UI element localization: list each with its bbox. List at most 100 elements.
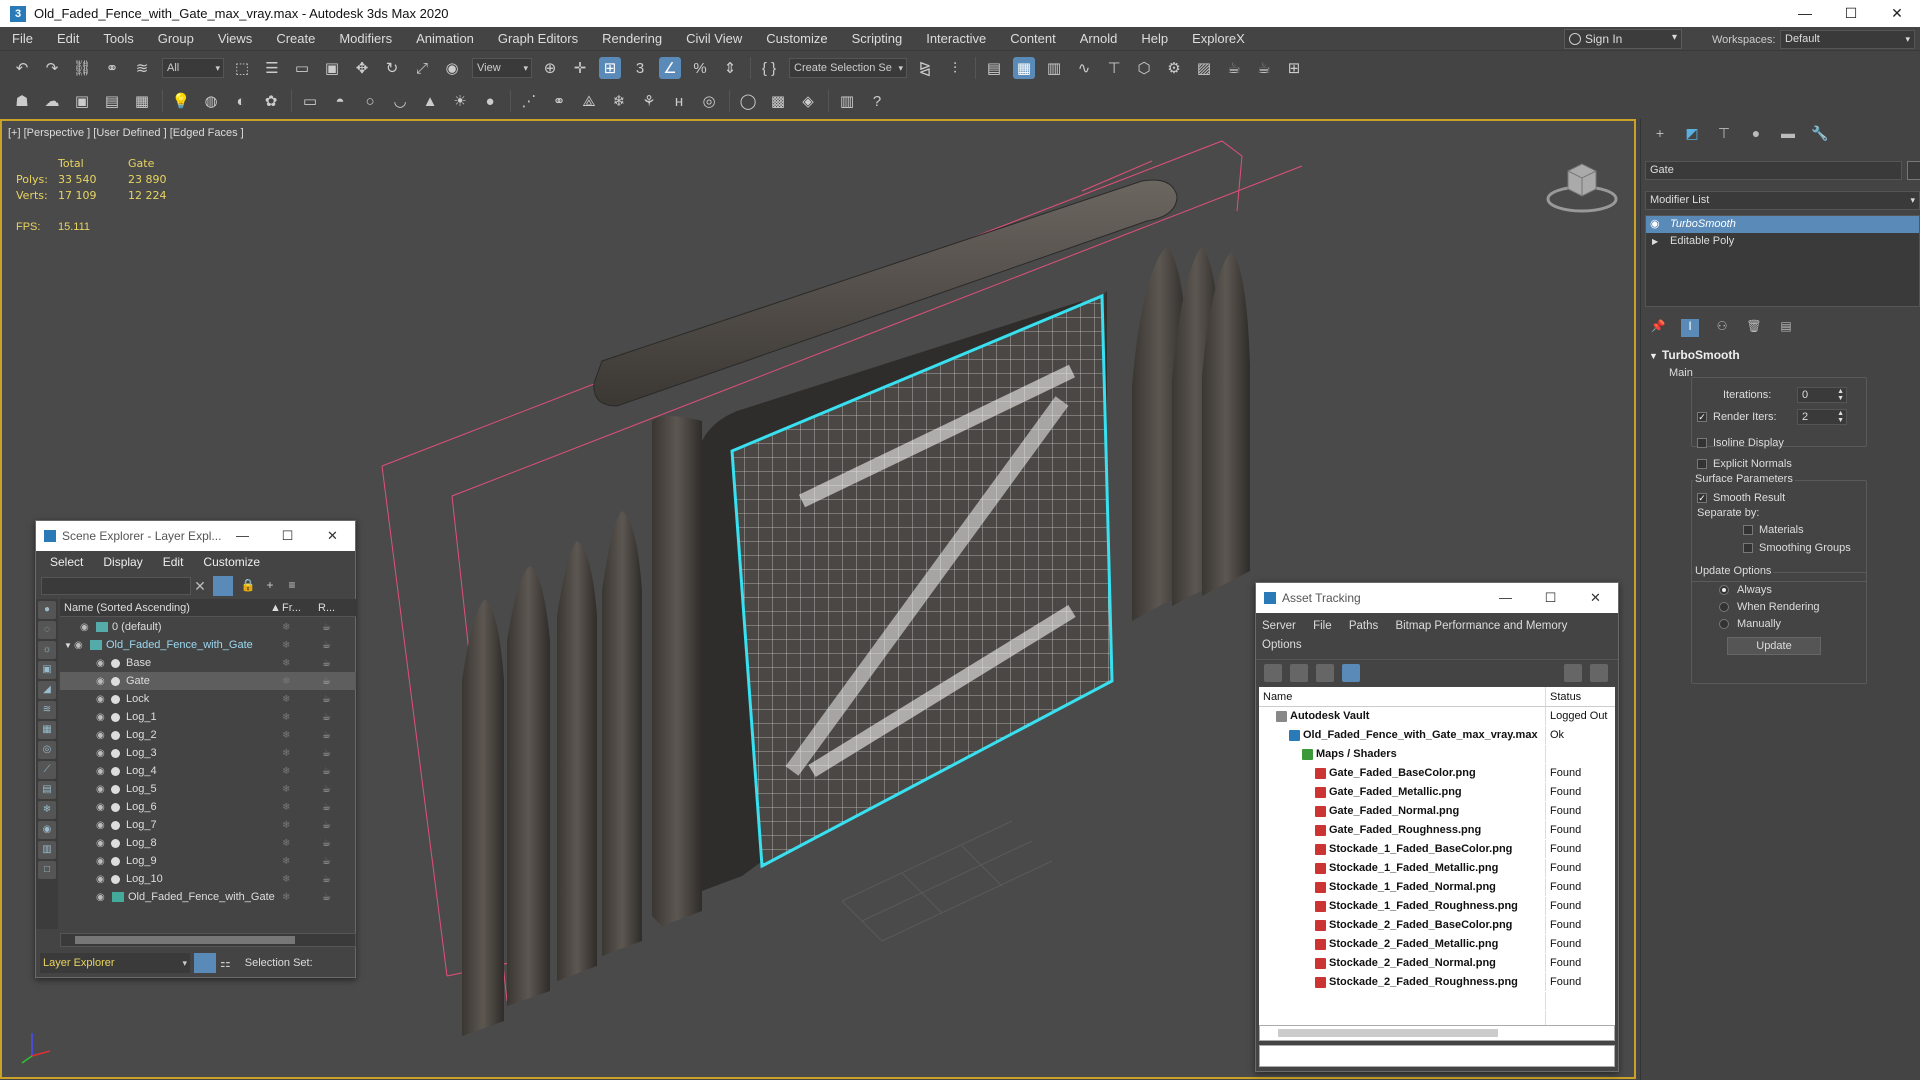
link-icon[interactable]: ⛓ (71, 57, 93, 79)
object-color-swatch[interactable] (1907, 161, 1920, 180)
renderable-icon[interactable]: ☕ (322, 892, 331, 903)
modifier-list-dropdown[interactable]: Modifier List ▾ (1645, 191, 1920, 210)
display-all-icon[interactable]: ▥ (38, 841, 56, 859)
freeze-icon[interactable]: ❄ (282, 838, 290, 849)
freeze-icon[interactable]: ❄ (282, 640, 290, 651)
fur-icon[interactable]: ⋰ (518, 90, 540, 112)
save-frame-icon[interactable]: ▥ (836, 90, 858, 112)
geometry-filter-icon[interactable]: ● (38, 601, 56, 619)
render-iters-checkbox[interactable]: ✓ Render Iters: (1697, 411, 1777, 423)
menu-graph-editors[interactable]: Graph Editors (486, 27, 590, 51)
se-menu-display[interactable]: Display (103, 555, 142, 569)
minimize-button[interactable]: — (220, 521, 265, 551)
table-row[interactable]: Stockade_1_Faded_Roughness.png Found (1259, 897, 1615, 916)
table-row[interactable]: Old_Faded_Fence_with_Gate_max_vray.max Ok (1259, 726, 1615, 745)
menu-civil-view[interactable]: Civil View (674, 27, 754, 51)
render-iterative-icon[interactable]: ☕ (1253, 57, 1275, 79)
table-row[interactable]: Gate_Faded_Roughness.png Found (1259, 821, 1615, 840)
eye-icon[interactable]: ◉ (96, 748, 108, 759)
table-row[interactable]: Stockade_2_Faded_Roughness.png Found (1259, 973, 1615, 992)
viewport-label[interactable]: [+] [Perspective ] [User Defined ] [Edge… (8, 127, 244, 139)
eye-icon[interactable]: ◉ (96, 784, 108, 795)
minimize-button[interactable]: — (1483, 583, 1528, 613)
utilities-tab-icon[interactable]: 🔧 (1809, 122, 1831, 144)
se-col-name[interactable]: Name (Sorted Ascending) (60, 602, 270, 614)
cameras-filter-icon[interactable]: ▣ (38, 661, 56, 679)
renderable-icon[interactable]: ☕ (322, 802, 331, 813)
plane-icon[interactable]: ▭ (299, 90, 321, 112)
at-menu-bitmap[interactable]: Bitmap Performance and Memory (1395, 620, 1567, 632)
at-menu-file[interactable]: File (1313, 620, 1332, 632)
asset-tracking-titlebar[interactable]: Asset Tracking — ☐ ✕ (1256, 583, 1618, 613)
maximize-button[interactable]: ☐ (1828, 0, 1874, 27)
snaps-toggle-icon[interactable]: 3 (629, 57, 651, 79)
curve-editor-icon[interactable]: ∿ (1073, 57, 1095, 79)
when-rendering-radio[interactable]: When Rendering (1719, 601, 1820, 613)
explorer-type-dropdown[interactable]: Layer Explorer ▾ (40, 953, 190, 973)
menu-content[interactable]: Content (998, 27, 1068, 51)
explicit-normals-checkbox[interactable]: Explicit Normals (1697, 458, 1792, 470)
help-icon[interactable] (1564, 663, 1582, 682)
renderable-icon[interactable]: ☕ (322, 766, 331, 777)
hierarchy-icon[interactable]: ⚏ (220, 956, 231, 970)
stack-item-turbosmooth[interactable]: ◉ TurboSmooth (1646, 216, 1919, 233)
eye-icon[interactable]: ◉ (96, 892, 108, 903)
expand-triangle-icon[interactable]: ▶ (1652, 233, 1658, 250)
maximize-button[interactable]: ☐ (1528, 583, 1573, 613)
isoline-display-checkbox[interactable]: Isoline Display (1697, 437, 1784, 449)
grid-icon[interactable]: ▦ (131, 90, 153, 112)
pot-icon[interactable]: ◡ (389, 90, 411, 112)
reference-coord-dropdown[interactable]: View ▾ (472, 58, 532, 78)
containers-filter-icon[interactable]: ▤ (38, 781, 56, 799)
spinner-arrows-icon[interactable]: ▲ ▼ (1837, 410, 1844, 424)
list-item[interactable]: ◉ Old_Faded_Fence_with_Gate ❄ ☕ (60, 888, 356, 906)
menu-tools[interactable]: Tools (91, 27, 145, 51)
frozen-filter-icon[interactable]: ❄ (38, 801, 56, 819)
table-row[interactable]: Autodesk Vault Logged Out (1259, 707, 1615, 726)
eye-icon[interactable]: ◉ (96, 802, 108, 813)
always-radio[interactable]: Always (1719, 584, 1772, 596)
freeze-icon[interactable]: ❄ (282, 802, 290, 813)
freeze-icon[interactable]: ❄ (282, 676, 290, 687)
close-button[interactable]: ✕ (310, 521, 355, 551)
se-menu-edit[interactable]: Edit (163, 555, 184, 569)
eye-icon[interactable]: ◉ (74, 640, 86, 651)
cone-icon[interactable]: ▲ (419, 90, 441, 112)
list-item[interactable]: ◉ Log_7 ❄ ☕ (60, 816, 356, 834)
vr-dome-icon[interactable]: ◍ (200, 90, 222, 112)
scene-explorer-titlebar[interactable]: Scene Explorer - Layer Expl... — ☐ ✕ (36, 521, 355, 551)
menu-modifiers[interactable]: Modifiers (327, 27, 404, 51)
display-tab-icon[interactable]: ▬ (1777, 122, 1799, 144)
eye-icon[interactable]: ◉ (96, 874, 108, 885)
hidden-filter-icon[interactable]: ◉ (38, 821, 56, 839)
table-row[interactable]: Stockade_2_Faded_Metallic.png Found (1259, 935, 1615, 954)
display-none-icon[interactable]: □ (38, 861, 56, 879)
configure-sets-icon[interactable]: ▤ (1777, 319, 1795, 337)
tree-view-icon[interactable] (1316, 663, 1334, 682)
freeze-icon[interactable]: ❄ (282, 856, 290, 867)
remove-modifier-icon[interactable]: 🗑 (1745, 319, 1763, 337)
list-item[interactable]: ◉ Log_2 ❄ ☕ (60, 726, 356, 744)
scroll-thumb[interactable] (75, 936, 295, 944)
list-item[interactable]: ▼ ◉ Old_Faded_Fence_with_Gate ❄ ☕ (60, 636, 356, 654)
spacewarps-filter-icon[interactable]: ≋ (38, 701, 56, 719)
menu-arnold[interactable]: Arnold (1068, 27, 1130, 51)
menu-help[interactable]: Help (1129, 27, 1180, 51)
table-row[interactable]: Maps / Shaders (1259, 745, 1615, 764)
list-item[interactable]: ◉ Gate ❄ ☕ (60, 672, 356, 690)
layer-mode-icon[interactable] (194, 953, 216, 973)
se-menu-select[interactable]: Select (50, 555, 83, 569)
schematic-view-icon[interactable]: ⊤ (1103, 57, 1125, 79)
at-col-status[interactable]: Status (1546, 691, 1614, 703)
smooth-result-checkbox[interactable]: ✓ Smooth Result (1697, 492, 1785, 504)
create-tab-icon[interactable]: + (1649, 122, 1671, 144)
close-button[interactable]: ✕ (1573, 583, 1618, 613)
object-name-field[interactable]: Gate (1645, 161, 1902, 180)
freeze-icon[interactable]: ❄ (282, 730, 290, 741)
table-row[interactable]: Stockade_1_Faded_BaseColor.png Found (1259, 840, 1615, 859)
helpers-filter-icon[interactable]: ◢ (38, 681, 56, 699)
lights-filter-icon[interactable]: ☼ (38, 641, 56, 659)
shapes-filter-icon[interactable]: ◌ (38, 621, 56, 639)
list-item[interactable]: ◉ Log_4 ❄ ☕ (60, 762, 356, 780)
se-menu-customize[interactable]: Customize (203, 555, 260, 569)
